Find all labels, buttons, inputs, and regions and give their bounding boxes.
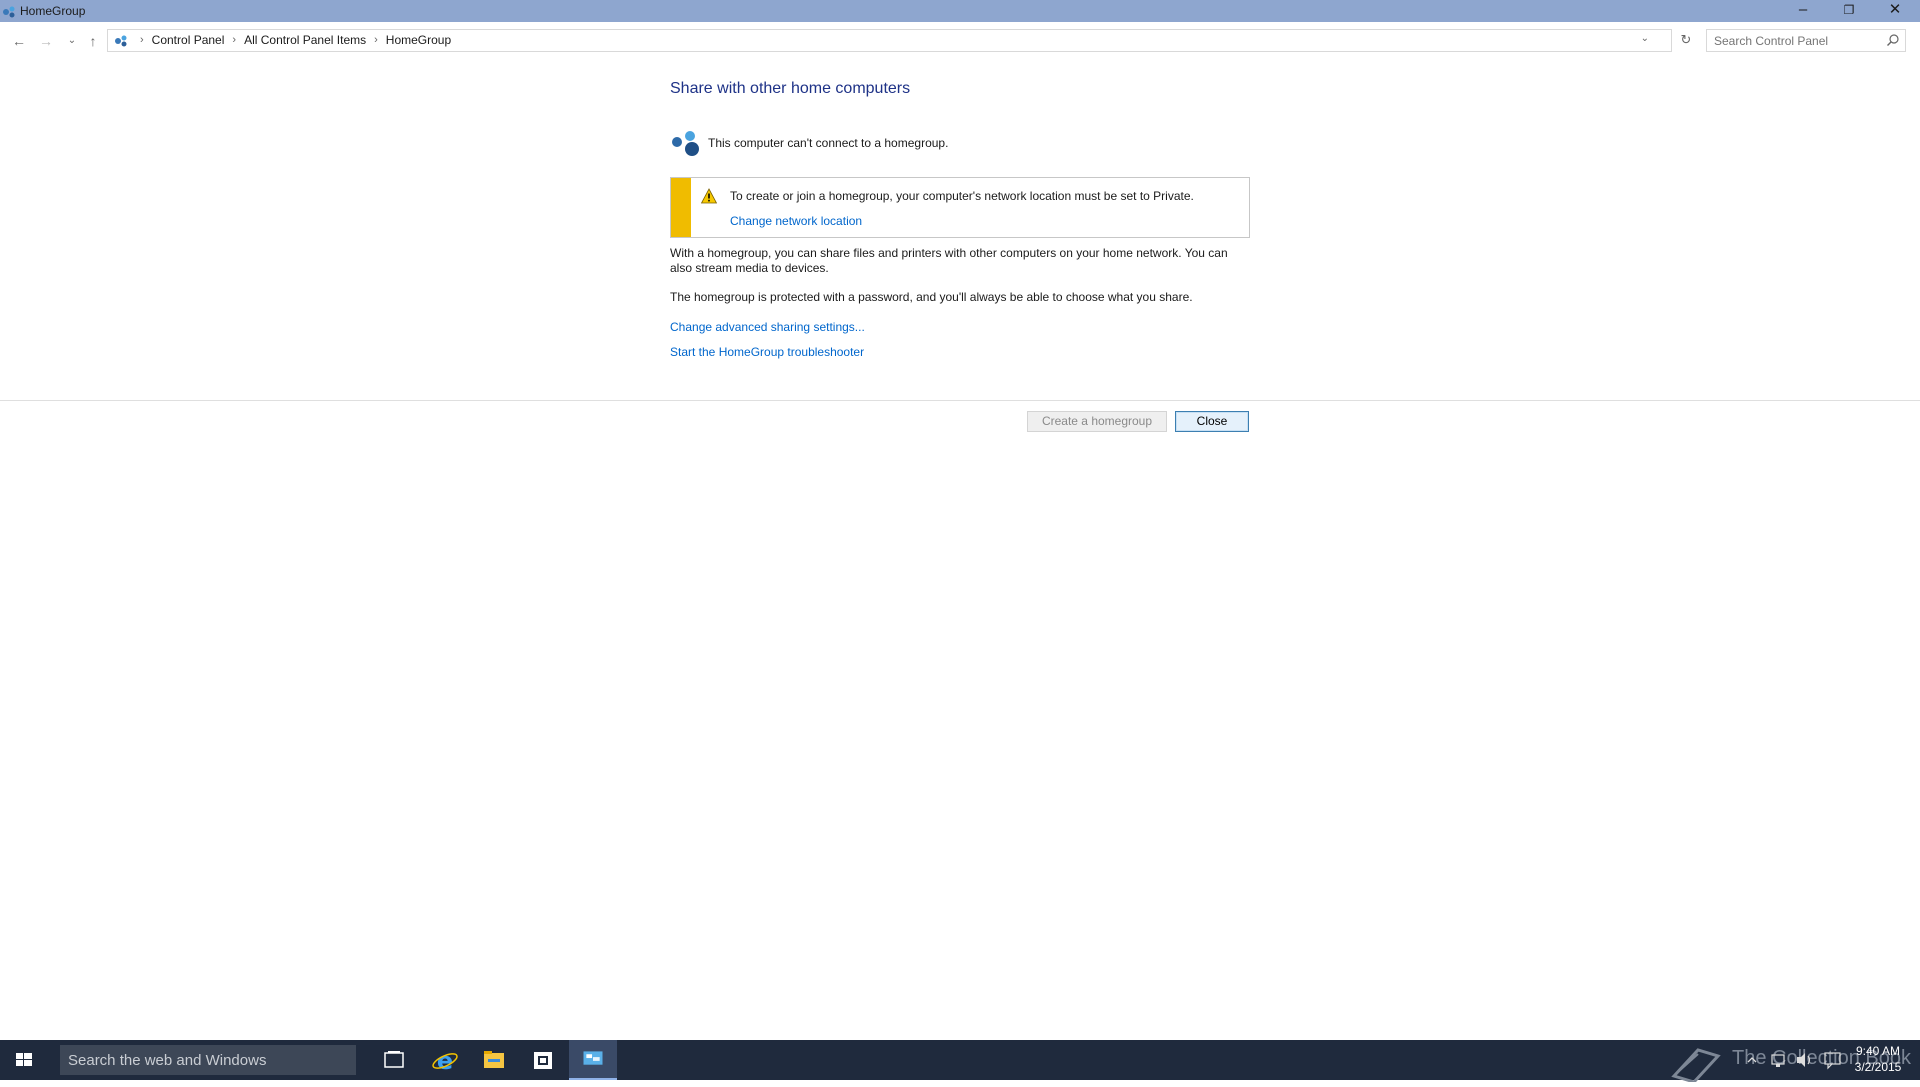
warning-box: To create or join a homegroup, your comp… bbox=[670, 177, 1250, 238]
minimize-button[interactable]: – bbox=[1780, 0, 1826, 22]
close-window-button[interactable]: ✕ bbox=[1872, 0, 1918, 22]
watermark: The Collection Book bbox=[1668, 1042, 1911, 1084]
action-center-icon[interactable] bbox=[1822, 1040, 1844, 1080]
breadcrumb: › Control Panel › All Control Panel Item… bbox=[114, 33, 451, 47]
taskbar: Search the web and Windows e The Collect… bbox=[0, 1040, 1920, 1084]
homegroup-icon bbox=[115, 35, 127, 47]
change-network-location-link[interactable]: Change network location bbox=[730, 214, 862, 228]
search-input[interactable] bbox=[1714, 31, 1884, 51]
warning-stripe bbox=[671, 178, 691, 237]
clock-time: 9:40 AM bbox=[1855, 1044, 1901, 1058]
back-arrow-icon[interactable]: ← bbox=[9, 32, 29, 50]
show-hidden-icons-icon[interactable] bbox=[1744, 1040, 1760, 1080]
chevron-down-icon[interactable]: ⌄ bbox=[62, 32, 82, 50]
status-text: This computer can't connect to a homegro… bbox=[708, 136, 949, 150]
file-explorer-icon[interactable] bbox=[470, 1040, 518, 1080]
close-button[interactable]: Close bbox=[1175, 411, 1249, 432]
forward-arrow-icon[interactable]: → bbox=[36, 32, 56, 50]
breadcrumb-separator-icon[interactable]: › bbox=[232, 34, 236, 46]
internet-explorer-icon[interactable]: e bbox=[421, 1040, 469, 1080]
taskbar-search-box[interactable]: Search the web and Windows bbox=[60, 1045, 356, 1075]
address-bar[interactable]: › Control Panel › All Control Panel Item… bbox=[107, 29, 1672, 52]
password-info-text: The homegroup is protected with a passwo… bbox=[670, 290, 1193, 304]
warning-icon bbox=[701, 188, 717, 204]
address-dropdown-icon[interactable]: ⌄ bbox=[1641, 33, 1649, 44]
troubleshooter-link[interactable]: Start the HomeGroup troubleshooter bbox=[670, 345, 864, 359]
create-homegroup-button[interactable]: Create a homegroup bbox=[1027, 411, 1167, 432]
volume-icon[interactable] bbox=[1794, 1040, 1816, 1080]
store-icon[interactable] bbox=[519, 1040, 567, 1080]
control-panel-taskbar-icon[interactable] bbox=[569, 1040, 617, 1080]
window-title: HomeGroup bbox=[20, 4, 86, 18]
up-arrow-icon[interactable]: ↑ bbox=[83, 32, 103, 50]
breadcrumb-separator-icon[interactable]: › bbox=[140, 34, 144, 46]
windows-start-icon[interactable] bbox=[0, 1040, 48, 1080]
breadcrumb-homegroup[interactable]: HomeGroup bbox=[386, 33, 451, 47]
search-icon[interactable] bbox=[1886, 33, 1900, 47]
warning-text: To create or join a homegroup, your comp… bbox=[730, 189, 1194, 203]
refresh-icon[interactable]: ↻ bbox=[1676, 29, 1696, 52]
title-bar: HomeGroup – ❐ ✕ bbox=[0, 0, 1920, 22]
restore-button[interactable]: ❐ bbox=[1826, 0, 1872, 22]
breadcrumb-separator-icon[interactable]: › bbox=[374, 34, 378, 46]
breadcrumb-all-items[interactable]: All Control Panel Items bbox=[244, 33, 366, 47]
advanced-sharing-link[interactable]: Change advanced sharing settings... bbox=[670, 320, 865, 334]
clock[interactable]: 9:40 AM 3/2/2015 bbox=[1848, 1043, 1908, 1075]
status-row: This computer can't connect to a homegro… bbox=[670, 128, 948, 158]
clock-date: 3/2/2015 bbox=[1854, 1060, 1902, 1074]
homegroup-icon bbox=[672, 131, 699, 156]
divider bbox=[0, 400, 1920, 401]
homegroup-icon bbox=[3, 6, 15, 18]
network-icon[interactable] bbox=[1768, 1040, 1790, 1080]
book-icon bbox=[1671, 1048, 1721, 1084]
search-box[interactable] bbox=[1706, 29, 1906, 52]
task-view-icon[interactable] bbox=[370, 1040, 418, 1080]
description-text: With a homegroup, you can share files an… bbox=[670, 246, 1228, 275]
taskbar-search-placeholder: Search the web and Windows bbox=[68, 1052, 267, 1069]
page-title: Share with other home computers bbox=[670, 80, 911, 97]
svg-text:e: e bbox=[437, 1047, 453, 1075]
breadcrumb-control-panel[interactable]: Control Panel bbox=[152, 33, 225, 47]
